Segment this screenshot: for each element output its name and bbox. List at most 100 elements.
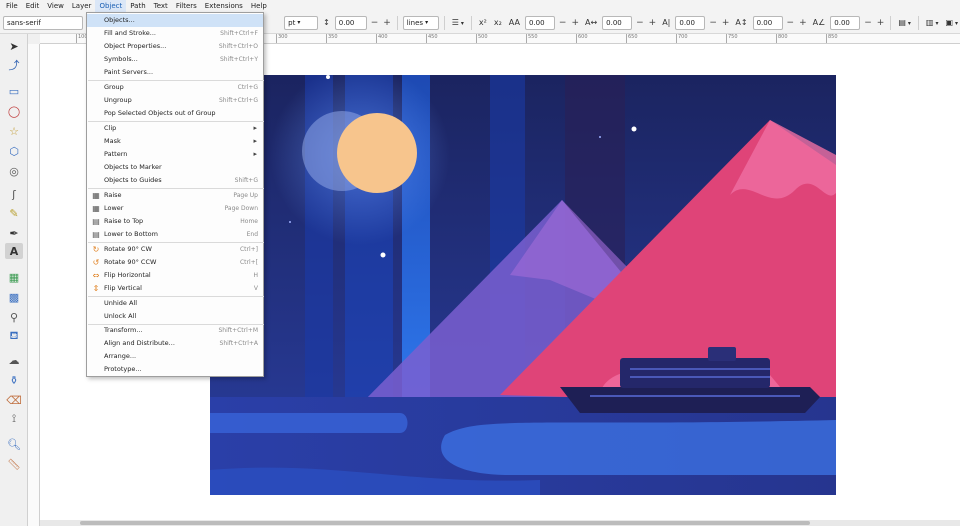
vertical-shift-field[interactable]: 0.00 [752,15,783,30]
menu-item-objects-to-guides[interactable]: Objects to Guides Shift+G [87,174,263,187]
menu-item-transform[interactable]: Transform... Shift+Ctrl+M [87,324,263,337]
font-size-icon: ↕ [323,18,330,27]
font-family-field[interactable]: sans-serif [3,15,83,30]
minus-button[interactable]: − [370,16,380,30]
menu-item-symbols[interactable]: Symbols... Shift+Ctrl+Y [87,53,263,66]
plus-button[interactable]: + [648,16,658,30]
text-tool-icon[interactable]: A [5,243,23,259]
menu-item-label: Unhide All [104,299,138,307]
star-tool-icon[interactable]: ☆ [5,123,23,139]
menu-item-label: Objects to Marker [104,163,162,171]
mesh-tool-icon[interactable]: ▩ [5,289,23,305]
word-spacing-field[interactable]: 0.00 [602,15,633,30]
menu-path[interactable]: Path [126,0,149,12]
line-spacing-mode-value: lines [406,18,424,27]
paint-bucket-tool-icon[interactable]: ⛾ [5,328,23,344]
plus-button[interactable]: + [798,16,808,30]
plus-button[interactable]: + [382,16,392,30]
text-orientation-icon[interactable]: ▥ [924,18,941,27]
size-field[interactable]: 0.00 [334,15,367,30]
direction-icon[interactable]: ▣ [943,18,960,27]
zoom-tool-icon[interactable]: 🔍︎ [5,436,23,452]
minus-button[interactable]: − [635,16,645,30]
rectangle-tool-icon[interactable]: ▭ [5,83,23,99]
measure-tool-icon[interactable]: 📏︎ [5,456,23,472]
menu-item-flip-horizontal[interactable]: ⇔ Flip Horizontal H [87,269,263,282]
ruler-tick: 800 [776,34,788,43]
plus-button[interactable]: + [570,16,580,30]
illustration-artwork[interactable] [210,75,836,495]
menu-item-mask[interactable]: Mask ▸ [87,135,263,148]
submenu-arrow-icon: ▸ [253,137,257,145]
eraser-tool-icon[interactable]: ⌫ [5,392,23,408]
menu-item-raise-to-top[interactable]: ▤ Raise to Top Home [87,215,263,228]
menu-text[interactable]: Text [150,0,172,12]
menu-extensions[interactable]: Extensions [201,0,247,12]
ruler-tick: 600 [576,34,588,43]
align-left-icon[interactable]: ☰ [450,18,466,27]
subscript-icon[interactable]: x₂ [492,18,504,27]
menu-item-raise[interactable]: ▦ Raise Page Up [87,189,263,202]
menu-item-clip[interactable]: Clip ▸ [87,122,263,135]
menu-item-label: Pop Selected Objects out of Group [104,109,216,117]
menu-item-group[interactable]: Group Ctrl+G [87,81,263,94]
menu-item-pop-out-of-group[interactable]: Pop Selected Objects out of Group [87,107,263,120]
spray-tool-icon[interactable]: ⚱ [5,372,23,388]
writing-mode-icon[interactable]: ▤ [896,18,913,27]
node-tool-icon[interactable]: ⤴ [5,57,23,73]
menu-item-unhide-all[interactable]: Unhide All [87,297,263,310]
3d-box-tool-icon[interactable]: ⬡ [5,143,23,159]
circle-tool-icon[interactable]: ◯ [5,103,23,119]
menu-item-prototype[interactable]: Prototype... [87,363,263,376]
menu-item-fill-and-stroke[interactable]: Fill and Stroke... Shift+Ctrl+F [87,27,263,40]
menu-edit[interactable]: Edit [22,0,44,12]
menu-filters[interactable]: Filters [172,0,201,12]
minus-button[interactable]: − [558,16,568,30]
menu-layer[interactable]: Layer [68,0,96,12]
select-tool-icon[interactable]: ➤ [5,38,23,54]
scrollbar-thumb[interactable] [80,521,810,525]
kerning-field[interactable]: 0.00 [675,15,706,30]
menu-item-align-distribute[interactable]: Align and Distribute... Shift+Ctrl+A [87,337,263,350]
calligraphy-tool-icon[interactable]: ✒ [5,225,23,241]
star [326,75,330,79]
menu-item-objects[interactable]: Objects... [87,14,263,27]
gradient-tool-icon[interactable]: ▦ [5,269,23,285]
dropper-tool-icon[interactable]: ⚲ [5,309,23,325]
menu-item-unlock-all[interactable]: Unlock All [87,310,263,323]
object-menu-dropdown: Objects... Fill and Stroke... Shift+Ctrl+… [86,12,264,377]
menu-file[interactable]: File [2,0,22,12]
menu-item-pattern[interactable]: Pattern ▸ [87,148,263,161]
letter-spacing-field[interactable]: 0.00 [524,15,555,30]
menu-view[interactable]: View [43,0,68,12]
menu-item-object-properties[interactable]: Object Properties... Shift+Ctrl+O [87,40,263,53]
rotation-field[interactable]: 0.00 [830,15,861,30]
superscript-icon[interactable]: x² [477,18,489,27]
minus-button[interactable]: − [708,16,718,30]
menu-item-rotate-cw[interactable]: ↻ Rotate 90° CW Ctrl+] [87,243,263,256]
spiral-tool-icon[interactable]: ◎ [5,163,23,179]
menu-help[interactable]: Help [247,0,271,12]
menu-item-paint-servers[interactable]: Paint Servers... [87,66,263,79]
kerning-icon: A| [662,18,671,27]
line-spacing-mode-select[interactable]: lines [402,15,439,30]
tweak-tool-icon[interactable]: ☁ [5,352,23,368]
horizontal-scrollbar[interactable] [40,520,960,526]
menu-item-arrange[interactable]: Arrange... [87,350,263,363]
minus-button[interactable]: − [863,16,873,30]
menu-item-lower-to-bottom[interactable]: ▤ Lower to Bottom End [87,228,263,241]
menu-item-ungroup[interactable]: Ungroup Shift+Ctrl+G [87,94,263,107]
menu-item-lower[interactable]: ▦ Lower Page Down [87,202,263,215]
plus-button[interactable]: + [876,16,886,30]
minus-button[interactable]: − [786,16,796,30]
pen-tool-icon[interactable]: ✎ [5,205,23,221]
menu-item-flip-vertical[interactable]: ⇕ Flip Vertical V [87,282,263,295]
menu-item-rotate-ccw[interactable]: ↺ Rotate 90° CCW Ctrl+[ [87,256,263,269]
pencil-tool-icon[interactable]: ʃ [5,186,23,202]
menu-item-label: Paint Servers... [104,68,154,76]
connector-tool-icon[interactable]: ⟟ [5,411,23,427]
plus-button[interactable]: + [721,16,731,30]
unit-select[interactable]: pt [284,15,319,30]
menu-object[interactable]: Object [95,0,127,12]
menu-item-objects-to-marker[interactable]: Objects to Marker [87,161,263,174]
